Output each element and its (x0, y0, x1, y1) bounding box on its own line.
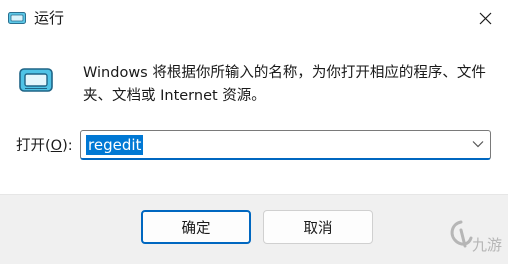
open-input-value[interactable]: regedit (86, 135, 144, 155)
description-text: Windows 将根据你所输入的名称，为你打开相应的程序、文件夹、文档或 Int… (83, 65, 486, 104)
open-label-prefix: 打开( (16, 138, 51, 154)
open-combobox[interactable]: regedit (80, 130, 491, 160)
cancel-button[interactable]: 取消 (263, 210, 373, 244)
dialog-body: Windows 将根据你所输入的名称，为你打开相应的程序、文件夹、文档或 Int… (0, 36, 508, 195)
close-icon (479, 12, 491, 24)
window-title: 运行 (34, 9, 65, 27)
open-label-accelerator: O (50, 138, 63, 154)
ok-button[interactable]: 确定 (141, 210, 251, 244)
run-app-icon (8, 12, 26, 24)
chevron-down-icon[interactable] (472, 140, 484, 148)
watermark-text: 九游 (472, 236, 502, 254)
run-dialog-icon (19, 68, 53, 92)
close-button[interactable] (462, 0, 508, 36)
jiuyou-logo-icon: 九游 (450, 220, 502, 254)
open-label: 打开(O): (16, 136, 73, 156)
title-bar: 运行 (0, 0, 508, 36)
open-label-suffix: ): (62, 138, 73, 154)
